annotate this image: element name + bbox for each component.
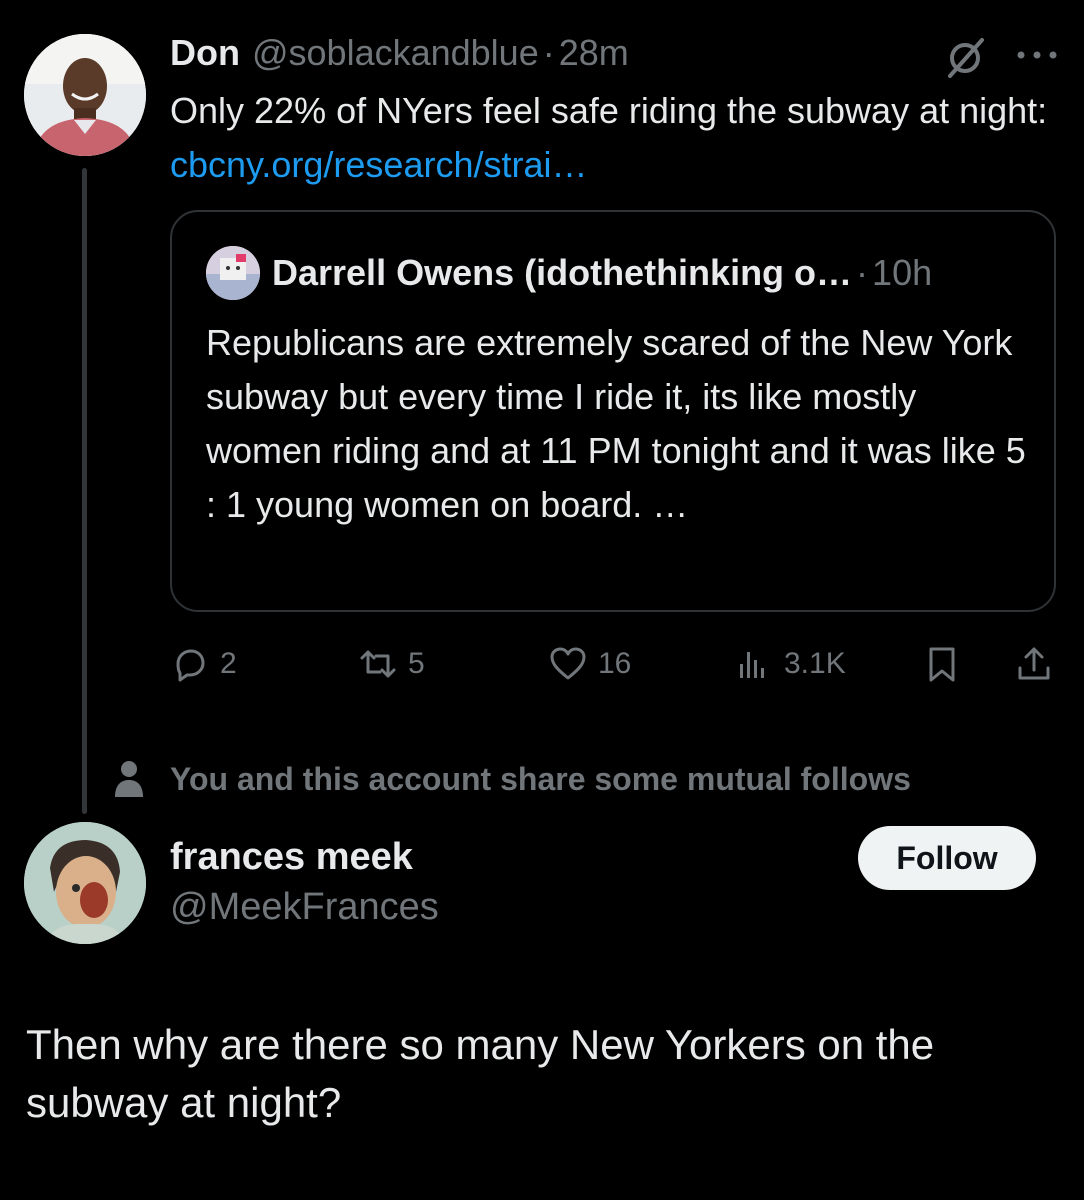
views-chart-icon — [740, 652, 764, 678]
share-button[interactable] — [1014, 636, 1054, 692]
quote-avatar[interactable] — [206, 246, 260, 300]
author-name[interactable]: Don — [170, 32, 240, 74]
avatar[interactable] — [24, 34, 146, 156]
follow-button[interactable]: Follow — [858, 826, 1036, 890]
quote-header: Darrell Owens (idothethinking o… · 10h — [272, 252, 932, 294]
view-count: 3.1K — [784, 647, 846, 680]
separator-dot: · — [856, 252, 869, 293]
like-count: 16 — [598, 647, 632, 680]
author-handle[interactable]: @soblackandblue — [252, 32, 539, 74]
thread-connector-line — [82, 168, 87, 814]
share-icon — [1018, 647, 1050, 680]
reply-author-name[interactable]: frances meek — [170, 836, 413, 879]
tweet-header: Don @soblackandblue · 28m — [170, 32, 629, 76]
person-icon — [115, 761, 143, 797]
quote-avatar-image — [206, 246, 260, 300]
reply-icon — [176, 649, 205, 682]
mutual-follows-text: You and this account share some mutual f… — [170, 760, 911, 797]
don-avatar-image — [24, 34, 146, 156]
tweet-actions: 2 5 16 3.1K — [170, 636, 1060, 692]
frances-avatar-image — [24, 822, 146, 944]
thread-view: Don @soblackandblue · 28m Only 22% of NY… — [0, 0, 1084, 1200]
reply-button[interactable]: 2 — [170, 636, 237, 692]
tweet-link[interactable]: cbcny.org/research/strai… — [170, 144, 587, 185]
quote-time[interactable]: 10h — [872, 252, 932, 294]
quote-author-name[interactable]: Darrell Owens (idothethinking o… — [272, 252, 852, 294]
mutual-follows-notice: You and this account share some mutual f… — [114, 756, 911, 802]
bookmark-button[interactable] — [922, 636, 962, 692]
separator-dot: · — [542, 32, 555, 73]
tweet-text: Only 22% of NYers feel safe riding the s… — [170, 84, 1050, 192]
repost-button[interactable]: 5 — [358, 636, 425, 692]
tweet-time[interactable]: 28m — [559, 32, 629, 74]
reply-count: 2 — [220, 647, 237, 680]
grok-icon[interactable] — [942, 34, 988, 80]
quote-text: Republicans are extremely scared of the … — [206, 322, 1026, 525]
repost-icon — [360, 650, 396, 678]
heart-icon — [550, 647, 586, 680]
repost-count: 5 — [408, 647, 425, 680]
reply-author-handle[interactable]: @MeekFrances — [170, 886, 439, 929]
reply-avatar[interactable] — [24, 822, 146, 944]
tweet-body: Only 22% of NYers feel safe riding the s… — [170, 90, 1048, 131]
quoted-tweet-card[interactable]: Darrell Owens (idothethinking o… · 10h R… — [170, 210, 1056, 612]
like-button[interactable]: 16 — [548, 636, 631, 692]
reply-text: Then why are there so many New Yorkers o… — [26, 1021, 935, 1126]
more-options-icon[interactable] — [1014, 46, 1060, 64]
bookmark-icon — [929, 647, 955, 682]
views-button[interactable]: 3.1K — [734, 636, 846, 692]
